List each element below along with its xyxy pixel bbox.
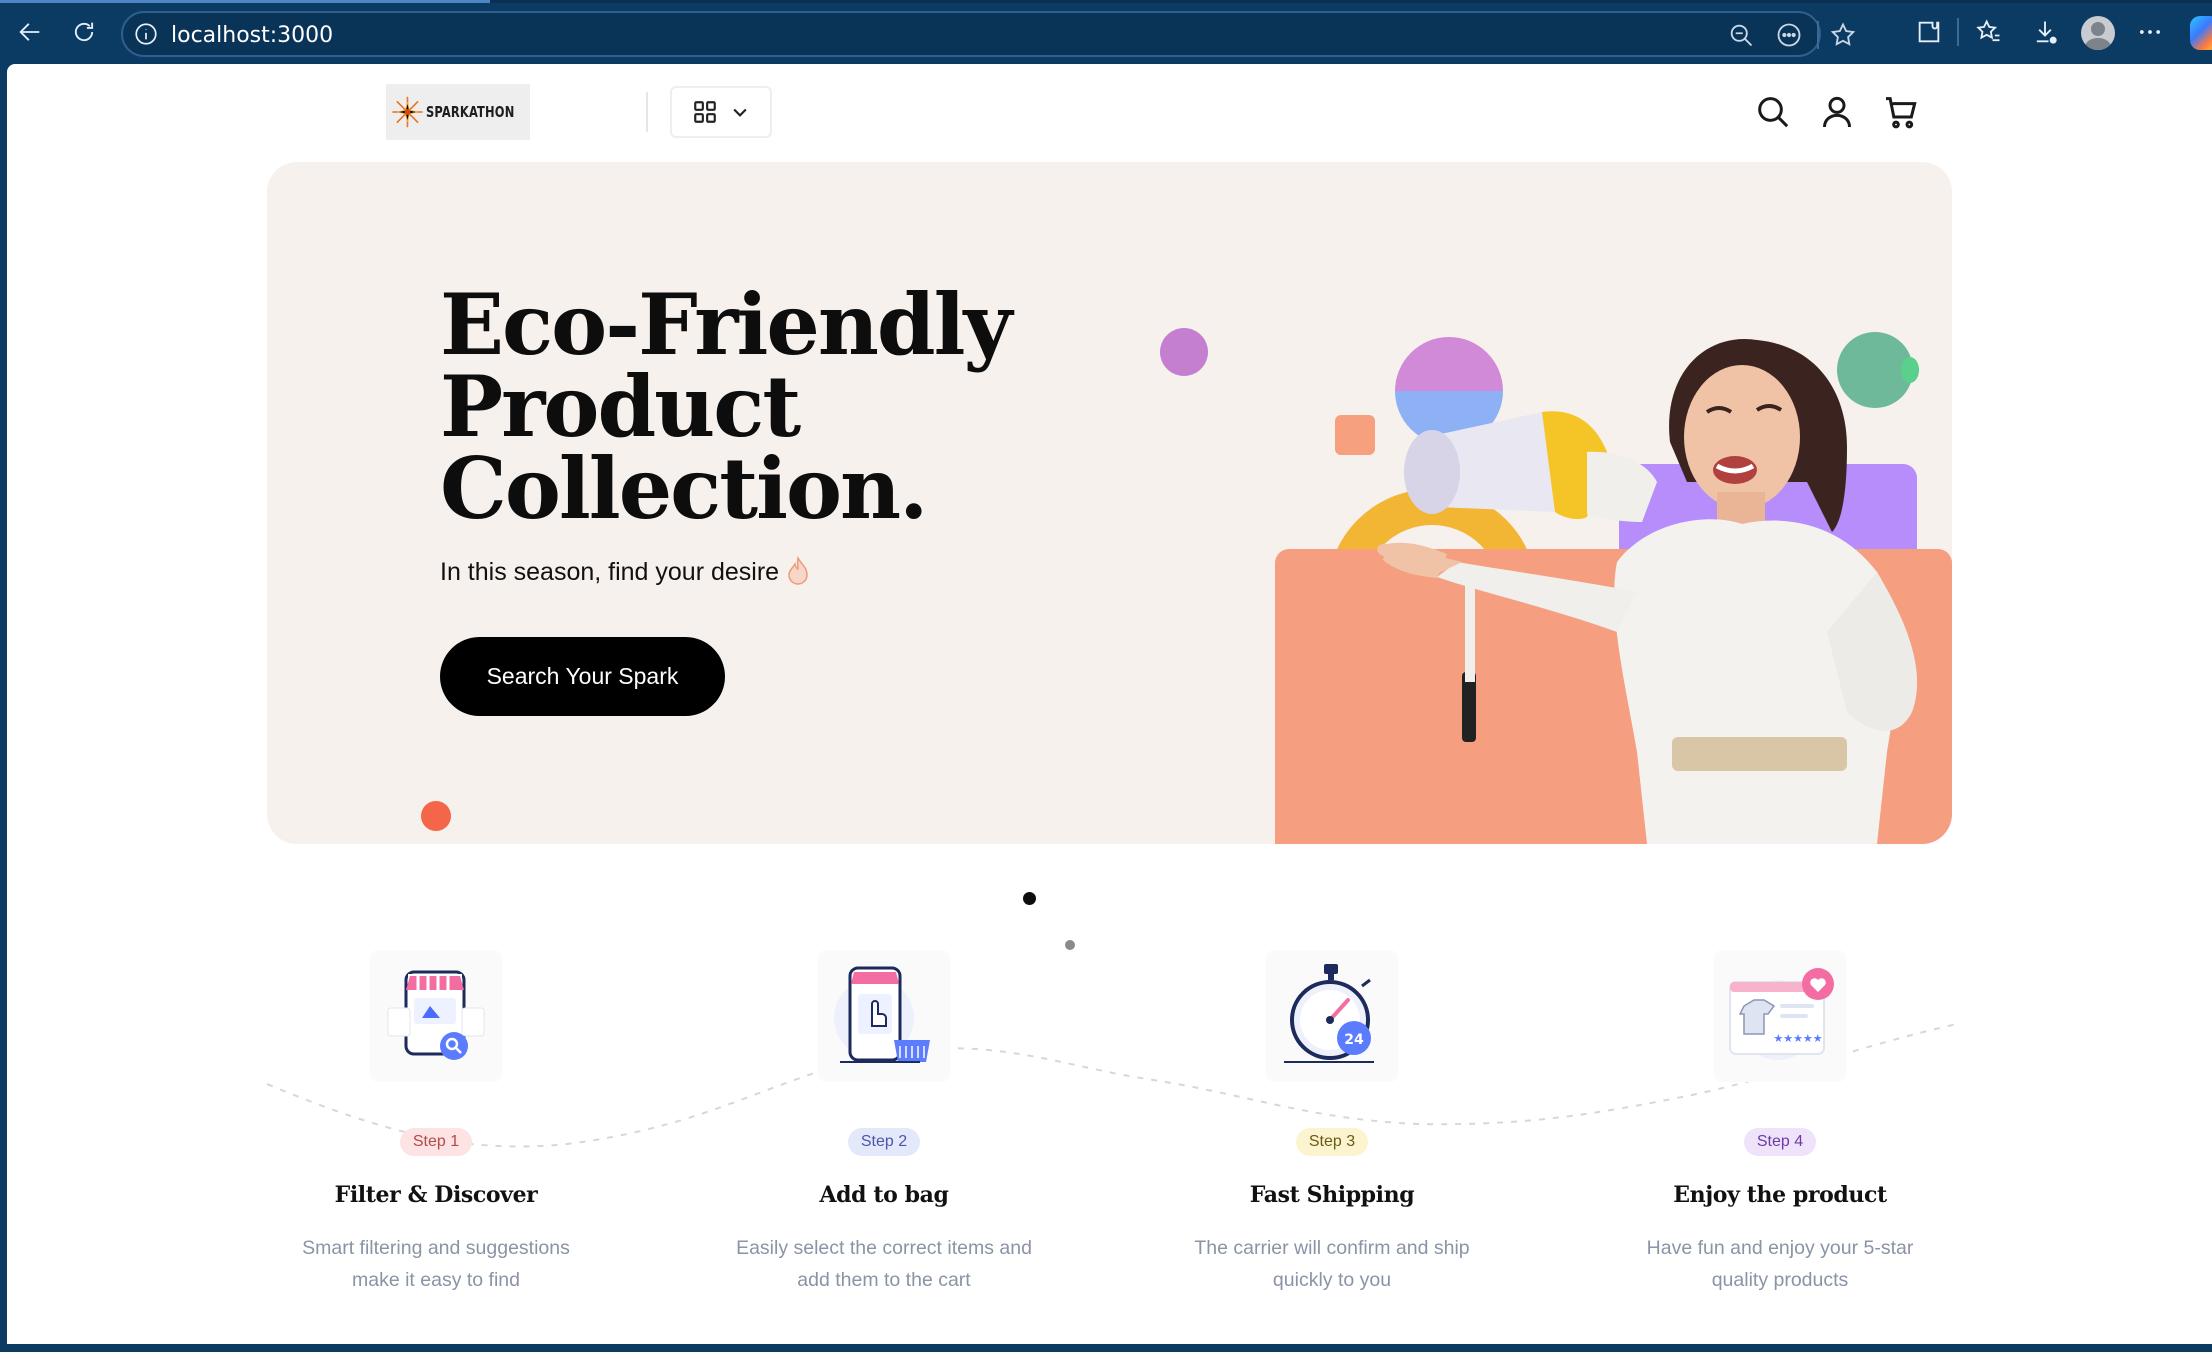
- user-icon: [1823, 96, 1851, 128]
- decor-purple-dot: [1160, 328, 1208, 376]
- phone-basket-icon: [834, 966, 930, 1063]
- hero-title-line-3: Collection.: [440, 439, 928, 538]
- arrow-left-icon: [19, 23, 40, 41]
- step-4-badge: Step 4: [1743, 1128, 1817, 1156]
- downloads-button[interactable]: [2027, 14, 2063, 50]
- tab-strip-line: [0, 0, 2212, 3]
- step-2: Step 2 Add to bag Easily select the corr…: [684, 950, 1084, 1296]
- svg-text:24: 24: [1344, 1032, 1364, 1048]
- browser-chrome: localhost:3000: [0, 0, 2212, 64]
- search-icon: [1758, 97, 1789, 128]
- reading-mode-icon[interactable]: [1775, 21, 1803, 49]
- favorites-list-icon: [1976, 19, 2000, 42]
- ellipsis-icon: [2139, 30, 2161, 34]
- fast-shipping-illustration: 24: [1266, 950, 1398, 1082]
- step-2-description: Easily select the correct items and add …: [736, 1237, 1032, 1291]
- zoom-out-icon[interactable]: [1727, 21, 1755, 49]
- carousel-dot-active[interactable]: [1023, 892, 1036, 905]
- header-divider: [646, 92, 648, 132]
- decor-red-dot: [421, 801, 451, 831]
- step-4-title: Enjoy the product: [1673, 1182, 1887, 1208]
- step-4-description: Have fun and enjoy your 5-star quality p…: [1646, 1237, 1914, 1291]
- svg-text:★★★★★: ★★★★★: [1773, 1032, 1822, 1045]
- site-logo[interactable]: SPARKATHON: [386, 84, 530, 140]
- shop-search-icon: [387, 970, 485, 1060]
- step-1-badge: Step 1: [399, 1128, 473, 1156]
- url-text[interactable]: localhost:3000: [171, 23, 333, 48]
- categories-dropdown-button[interactable]: [670, 86, 772, 138]
- step-1-description: Smart filtering and suggestions make it …: [302, 1237, 570, 1291]
- download-icon: [2036, 21, 2057, 44]
- star-burst-icon: [392, 96, 423, 128]
- step-3-badge: Step 3: [1295, 1128, 1369, 1156]
- flame-icon: [788, 556, 808, 585]
- address-bar[interactable]: localhost:3000: [121, 11, 1856, 57]
- add-to-bag-illustration: [818, 950, 950, 1082]
- more-menu-button[interactable]: [2132, 14, 2168, 50]
- step-3-description: The carrier will confirm and ship quickl…: [1194, 1237, 1470, 1291]
- refresh-button[interactable]: [66, 14, 102, 50]
- hero-subtitle: In this season, find your desire: [440, 556, 811, 587]
- hero-title-line-1: Eco-Friendly: [440, 275, 1012, 374]
- puzzle-icon: [1918, 21, 1940, 43]
- hero-title-line-2: Product: [440, 357, 801, 456]
- filter-discover-illustration: [370, 950, 502, 1082]
- chevron-down-icon: [733, 108, 747, 117]
- step-1: Step 1 Filter & Discover Smart filtering…: [236, 950, 636, 1296]
- account-button[interactable]: [1817, 92, 1857, 132]
- step-3: 24 Step 3 Fast Shipping The carrier will…: [1132, 950, 1532, 1296]
- favorites-button[interactable]: [1971, 14, 2007, 50]
- hero-banner: Eco-Friendly Product Collection. In this…: [267, 162, 1952, 844]
- hero-person-image: [1377, 338, 1918, 844]
- cart-button[interactable]: [1881, 92, 1921, 132]
- search-button[interactable]: [1753, 92, 1793, 132]
- enjoy-product-illustration: ★★★★★: [1714, 950, 1846, 1082]
- profile-avatar[interactable]: [2081, 16, 2115, 50]
- back-button[interactable]: [12, 14, 48, 50]
- grid-icon: [694, 101, 716, 123]
- step-1-title: Filter & Discover: [334, 1182, 538, 1208]
- carousel-dot[interactable]: [1065, 940, 1075, 950]
- step-2-badge: Step 2: [847, 1128, 921, 1156]
- cart-icon: [1886, 97, 1917, 129]
- info-icon[interactable]: [133, 21, 159, 47]
- extensions-button[interactable]: [1911, 14, 1947, 50]
- hero-title: Eco-Friendly Product Collection.: [440, 275, 1140, 538]
- step-2-title: Add to bag: [819, 1182, 949, 1208]
- refresh-icon: [74, 22, 94, 42]
- search-your-spark-button[interactable]: Search Your Spark: [440, 637, 725, 716]
- review-heart-icon: ★★★★★: [1729, 968, 1834, 1060]
- hero-subtitle-text: In this season, find your desire: [440, 558, 780, 586]
- step-3-title: Fast Shipping: [1249, 1182, 1415, 1208]
- favorite-star-icon[interactable]: [1829, 21, 1857, 49]
- web-page: SPARKATHON Eco-Friendly Product Collecti…: [7, 64, 2212, 1344]
- step-4: ★★★★★ Step 4 Enjoy the product Have fun …: [1580, 950, 1980, 1296]
- stopwatch-24-icon: 24: [1284, 964, 1374, 1063]
- copilot-icon[interactable]: [2190, 16, 2212, 50]
- logo-text: SPARKATHON: [425, 103, 515, 121]
